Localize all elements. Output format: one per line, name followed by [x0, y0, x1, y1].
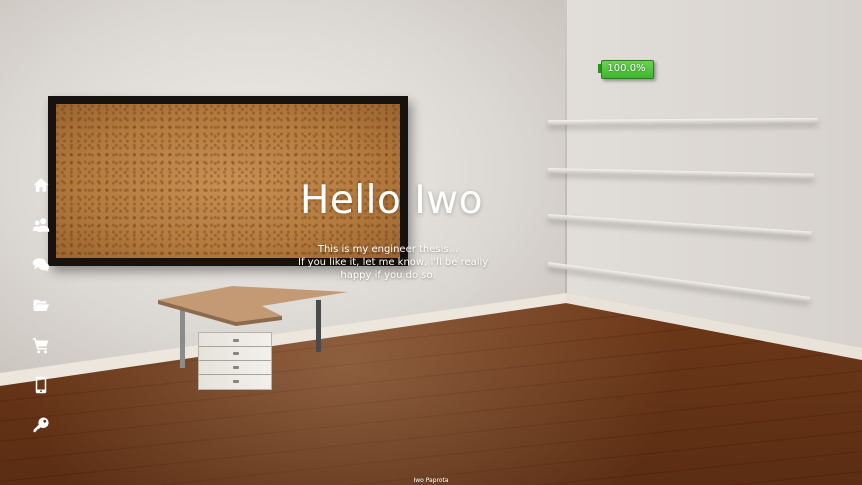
footer-author: Iwo Paprota [413, 477, 449, 484]
nav-home[interactable] [32, 176, 54, 198]
hero-description: This is my engineer thesis... If you lik… [298, 243, 489, 282]
hero-line: If you like it, let me know, I'll be rea… [298, 257, 489, 268]
nav-mobile[interactable] [32, 376, 54, 398]
desk-leg [316, 300, 321, 352]
mobile-phone-icon [35, 376, 47, 394]
home-icon [33, 178, 49, 192]
folder-open-icon [33, 299, 50, 311]
shopping-cart-icon [32, 338, 49, 354]
nav-folder[interactable] [32, 296, 54, 318]
desk-leg [180, 306, 185, 368]
desk-drawers [198, 332, 272, 390]
nav-cart[interactable] [32, 336, 54, 358]
nav-users[interactable] [32, 216, 54, 238]
nav-key[interactable] [32, 416, 54, 438]
users-icon [32, 218, 50, 232]
nav-chat[interactable] [32, 256, 54, 278]
battery-label: 100.0% [607, 63, 646, 74]
wall-corner [565, 0, 567, 304]
chat-icon [32, 258, 50, 272]
hero-title: Hello Iwo [300, 178, 484, 223]
key-icon [33, 417, 49, 433]
hero-line: happy if you do so. [340, 270, 436, 281]
hero-line: This is my engineer thesis... [317, 244, 459, 255]
